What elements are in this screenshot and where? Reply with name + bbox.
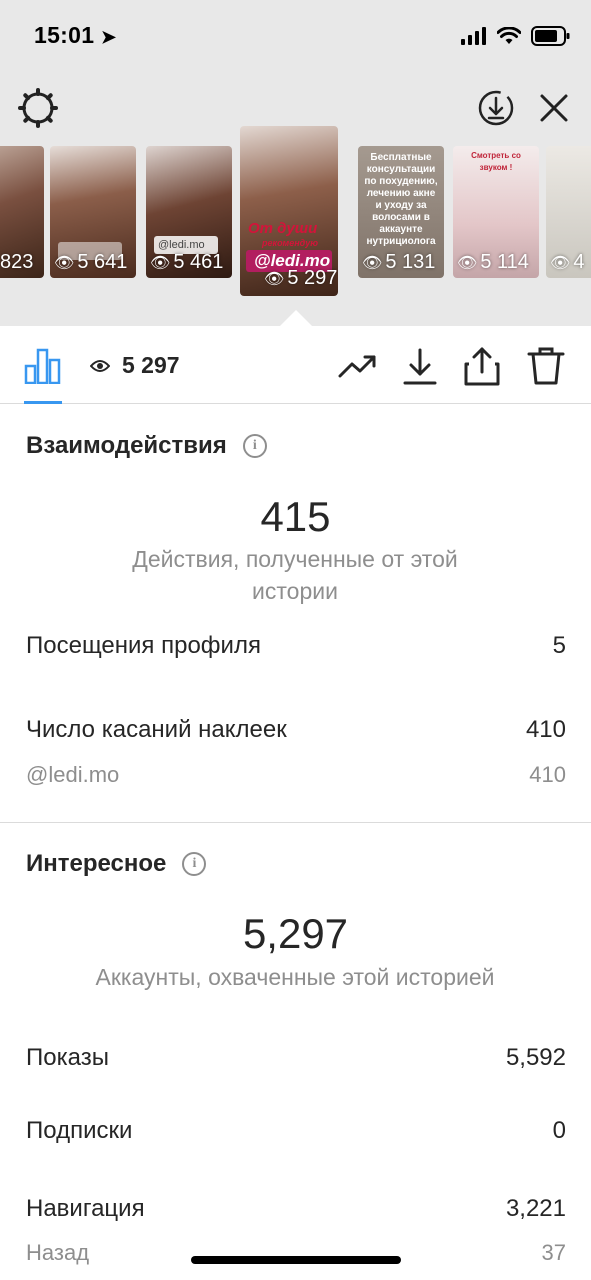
metric-value: 5,592 xyxy=(505,1044,566,1071)
story-views: 👁 5 641 xyxy=(54,251,128,273)
share-icon xyxy=(464,347,500,386)
story-caption: Бесплатные консультации по похудению, ле… xyxy=(364,152,438,247)
metric-label: @ledi.mo xyxy=(26,762,120,787)
metric-value: 0 xyxy=(552,1117,566,1144)
eye-icon: 👁 xyxy=(362,254,383,272)
trash-icon xyxy=(527,347,565,385)
interactions-total: 415 xyxy=(260,493,331,540)
metric-label: Навигация xyxy=(26,1195,145,1222)
metric-row-profile-visits: Посещения профиля 5 xyxy=(26,632,566,660)
story-views: 👁 5 131 xyxy=(362,251,436,273)
story-views: 👁 5 297 xyxy=(264,267,338,289)
status-time: 15:01 ➤ xyxy=(34,22,116,49)
info-icon[interactable]: i xyxy=(242,434,267,458)
active-tab-indicator xyxy=(24,401,62,404)
promote-button[interactable] xyxy=(338,346,378,386)
metric-value: 410 xyxy=(529,762,566,787)
location-arrow-icon: ➤ xyxy=(101,27,117,47)
info-icon[interactable]: i xyxy=(182,852,207,876)
delete-button[interactable] xyxy=(526,346,566,386)
eye-icon: 👁 xyxy=(550,254,571,272)
selected-story-pointer xyxy=(280,310,312,326)
metric-row-follows: Подписки 0 xyxy=(26,1117,566,1145)
story-thumbnail-selected[interactable]: От души рекомендую @ledi.mo 👁 5 297 xyxy=(240,126,338,296)
story-thumbnail[interactable]: 👁 4 xyxy=(546,146,591,278)
story-thumbnail[interactable]: Смотреть со звуком ! 👁 5 114 xyxy=(453,146,539,278)
trending-up-icon xyxy=(338,355,376,378)
metric-row-navigation: Навигация 3,221 xyxy=(26,1195,566,1223)
story-sticker-title: От души xyxy=(248,220,318,237)
metric-label: Показы xyxy=(26,1044,109,1071)
metric-value: 410 xyxy=(525,716,566,743)
story-caption: Смотреть со звуком ! xyxy=(471,151,521,172)
discovery-title: Интересное i xyxy=(26,850,207,878)
views-summary: 5 297 xyxy=(90,352,180,379)
section-divider xyxy=(0,822,591,823)
download-circle-icon xyxy=(478,90,514,126)
clock: 15:01 xyxy=(34,22,95,48)
metric-label: Подписки xyxy=(26,1117,133,1144)
wifi-icon xyxy=(497,27,521,44)
metric-row-impressions: Показы 5,592 xyxy=(26,1044,566,1072)
eye-icon: 👁 xyxy=(54,254,75,272)
interactions-heading: Взаимодействия xyxy=(26,432,227,459)
metric-subrow-mention: @ledi.mo 410 xyxy=(26,762,566,788)
stories-strip[interactable]: 823 👁 5 641 @ledi.mo 👁 5 461 От души реком… xyxy=(0,126,591,316)
save-story-button[interactable] xyxy=(474,86,518,130)
discovery-caption: Аккаунты, охваченные этой историей xyxy=(95,964,495,990)
metric-label: Посещения профиля xyxy=(26,632,261,659)
download-button[interactable] xyxy=(400,346,440,386)
metric-row-sticker-taps: Число касаний наклеек 410 xyxy=(26,716,566,744)
close-button[interactable] xyxy=(532,86,576,130)
eye-icon: 👁 xyxy=(264,270,285,288)
interactions-title: Взаимодействия i xyxy=(26,432,267,460)
download-icon xyxy=(403,348,437,385)
story-sticker-subtitle: рекомендую xyxy=(262,238,319,248)
settings-button[interactable] xyxy=(16,86,60,130)
status-icons xyxy=(461,24,571,48)
metric-label: Число касаний наклеек xyxy=(26,716,287,743)
eye-icon: 👁 xyxy=(457,254,478,272)
metric-value: 37 xyxy=(541,1240,566,1265)
close-icon xyxy=(540,94,568,122)
interactions-caption: Действия, полученные от этой истории xyxy=(132,546,458,604)
story-thumbnail[interactable]: @ledi.mo 👁 5 461 xyxy=(146,146,232,278)
battery-icon xyxy=(531,26,570,46)
insights-tab[interactable] xyxy=(24,348,62,385)
metric-value: 3,221 xyxy=(505,1195,566,1222)
eye-icon: 👁 xyxy=(150,254,171,272)
metric-label: Назад xyxy=(26,1240,90,1265)
gear-icon xyxy=(18,88,58,128)
signal-icon xyxy=(461,27,486,45)
bar-chart-icon xyxy=(24,348,61,385)
discovery-total: 5,297 xyxy=(242,910,349,957)
story-views: 823 xyxy=(0,251,34,273)
story-thumbnail[interactable]: Бесплатные консультации по похудению, ле… xyxy=(358,146,444,278)
story-viewer-header: 15:01 ➤ 823 👁 5 641 @ledi.mo 👁 5 461 От … xyxy=(0,0,591,326)
story-thumbnail[interactable]: 👁 5 641 xyxy=(50,146,136,278)
views-count: 5 297 xyxy=(122,352,180,378)
insights-toolbar: 5 297 xyxy=(0,326,591,404)
status-bar: 15:01 ➤ xyxy=(0,0,591,70)
discovery-heading: Интересное xyxy=(26,850,167,877)
story-views: 👁 5 461 xyxy=(150,251,224,273)
home-indicator[interactable] xyxy=(191,1256,401,1264)
share-button[interactable] xyxy=(462,346,502,386)
metric-value: 5 xyxy=(552,632,566,659)
story-views: 👁 5 114 xyxy=(457,251,529,273)
story-thumbnail[interactable]: 823 xyxy=(0,146,44,278)
story-views: 👁 4 xyxy=(550,251,585,273)
eye-icon xyxy=(90,359,110,372)
